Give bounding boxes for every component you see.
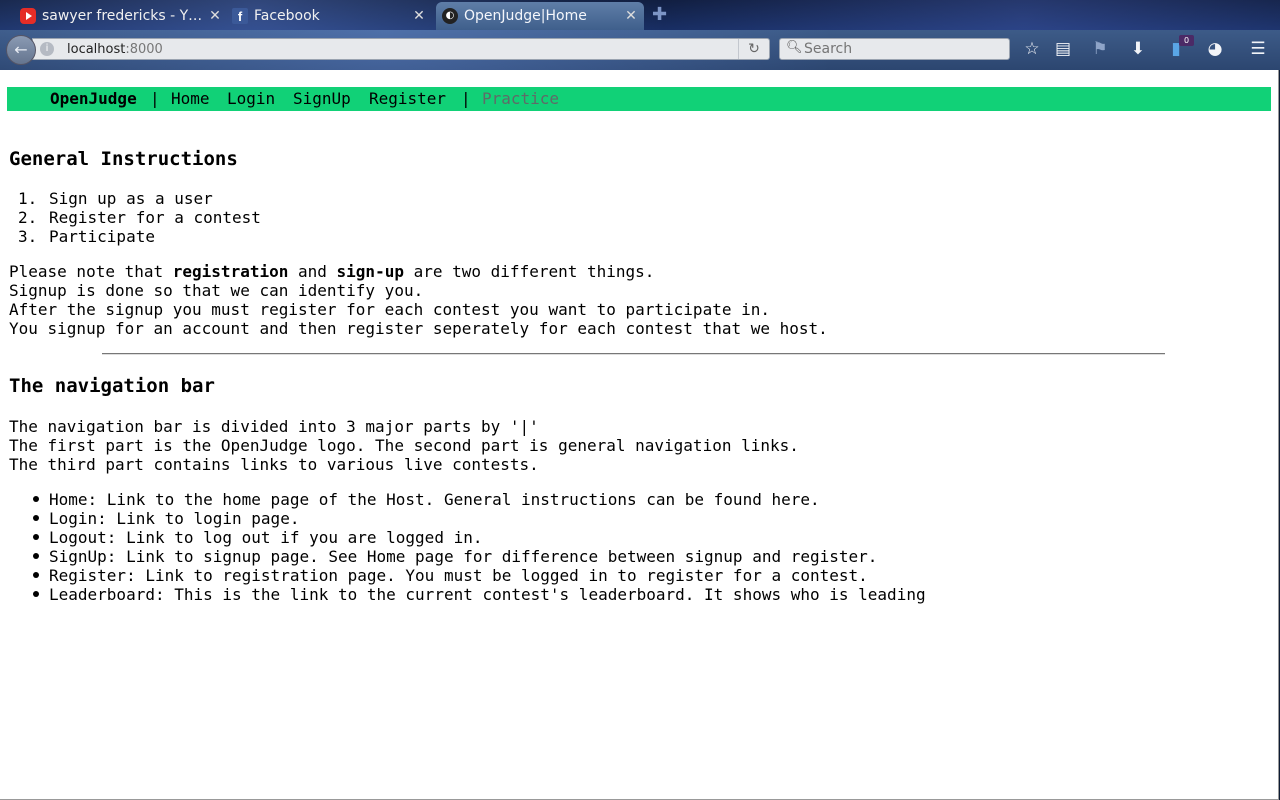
reload-icon[interactable]: ↻ [738, 39, 769, 59]
tab-title: Facebook [254, 8, 320, 24]
list-item: Participate [49, 227, 155, 246]
note-text: are two different things. [403, 262, 655, 281]
note-line: Please note that registration and sign-u… [9, 262, 654, 281]
site-info-icon[interactable]: i [40, 42, 54, 56]
url-text: localhost:8000 [67, 42, 163, 57]
close-icon[interactable]: ✕ [624, 8, 638, 24]
page-viewport: OpenJudge | Home Login SignUp Register |… [0, 70, 1279, 800]
horizontal-rule [102, 353, 1165, 355]
tab-strip: sawyer fredericks - Y… ✕ f Facebook ✕ ◐ … [0, 0, 1280, 30]
youtube-icon [20, 8, 36, 24]
search-icon: 🔍︎ [786, 40, 803, 55]
note-text: and [288, 262, 337, 281]
list-number: 3. [18, 227, 38, 246]
paragraph-line: The third part contains links to various… [9, 455, 539, 474]
list-item: SignUp: Link to signup page. See Home pa… [49, 547, 878, 566]
list-item: Home: Link to the home page of the Host.… [49, 490, 820, 509]
bullet-dot [33, 572, 39, 578]
list-number: 2. [18, 208, 38, 227]
paragraph-line: The navigation bar is divided into 3 maj… [9, 417, 539, 436]
menu-icon[interactable]: ☰ [1247, 38, 1269, 60]
list-item: Sign up as a user [49, 189, 213, 208]
list-item: Register: Link to registration page. You… [49, 566, 868, 585]
navigation-bar-heading: The navigation bar [9, 375, 215, 397]
url-port: :8000 [125, 42, 163, 57]
bookmark-star-icon[interactable]: ☆ [1021, 38, 1043, 60]
url-host: localhost [67, 42, 126, 57]
paragraph-line: The first part is the OpenJudge logo. Th… [9, 436, 799, 455]
flag-icon[interactable]: ⚑ [1089, 38, 1111, 60]
list-item: Register for a contest [49, 208, 261, 227]
paragraph-line: Signup is done so that we can identify y… [9, 281, 424, 300]
note-bold: registration [172, 262, 289, 281]
back-button[interactable]: ← [6, 35, 36, 65]
new-tab-icon[interactable]: ✚ [652, 6, 667, 24]
bullet-dot [33, 553, 39, 559]
note-bold: sign-up [336, 262, 404, 281]
site-navbar: OpenJudge | Home Login SignUp Register |… [7, 87, 1271, 111]
facebook-icon: f [232, 8, 248, 24]
download-icon[interactable]: ⬇ [1127, 38, 1149, 60]
nav-separator: | [461, 89, 471, 108]
list-item: Login: Link to login page. [49, 509, 300, 528]
note-text: Please note that [9, 262, 173, 281]
bullet-dot [33, 591, 39, 597]
browser-toolbar: i localhost:8000 ↻ ← 🔍︎ ☆ ▤ ⚑ ⬇ ▮ ◕ ☰ [0, 30, 1280, 70]
palette-icon[interactable]: ◕ [1204, 38, 1226, 60]
bullet-dot [33, 515, 39, 521]
nav-link-practice[interactable]: Practice [482, 87, 559, 111]
reading-list-icon[interactable]: ▤ [1052, 38, 1074, 60]
list-number: 1. [18, 189, 38, 208]
paragraph-line: After the signup you must register for e… [9, 300, 770, 319]
bullet-dot [33, 534, 39, 540]
tab-facebook[interactable]: f Facebook ✕ [232, 2, 426, 30]
paragraph-line: You signup for an account and then regis… [9, 319, 828, 338]
brand-logo[interactable]: OpenJudge [50, 87, 137, 111]
list-item: Leaderboard: This is the link to the cur… [49, 585, 926, 604]
tab-youtube[interactable]: sawyer fredericks - Y… ✕ [20, 2, 222, 30]
list-item: Logout: Link to log out if you are logge… [49, 528, 483, 547]
tab-title: OpenJudge|Home [464, 8, 587, 24]
openjudge-icon: ◐ [442, 8, 458, 24]
bullet-dot [33, 496, 39, 502]
nav-link-login[interactable]: Login [227, 87, 275, 111]
download-badge: 0 [1179, 35, 1194, 46]
nav-link-home[interactable]: Home [171, 87, 210, 111]
nav-separator: | [150, 89, 160, 108]
tab-title: sawyer fredericks - Y… [42, 8, 203, 24]
url-bar[interactable]: i localhost:8000 ↻ [32, 38, 770, 60]
search-input[interactable] [804, 40, 1004, 58]
close-icon[interactable]: ✕ [412, 8, 426, 24]
search-box[interactable]: 🔍︎ [779, 38, 1010, 60]
close-icon[interactable]: ✕ [208, 8, 222, 24]
tab-openjudge[interactable]: ◐ OpenJudge|Home ✕ [436, 2, 644, 30]
nav-link-signup[interactable]: SignUp [293, 87, 351, 111]
nav-link-register[interactable]: Register [369, 87, 446, 111]
general-instructions-heading: General Instructions [9, 148, 238, 170]
